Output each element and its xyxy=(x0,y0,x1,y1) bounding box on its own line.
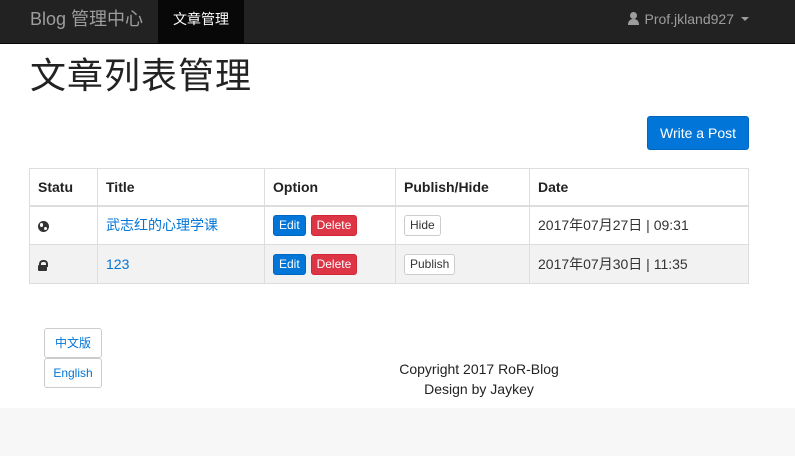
option-cell: Edit Delete xyxy=(264,244,396,284)
brand-link[interactable]: Blog 管理中心 xyxy=(30,8,143,30)
publish-button[interactable]: Publish xyxy=(404,253,456,275)
nav-item-post-management[interactable]: 文章管理 xyxy=(158,0,244,44)
date-cell: 2017年07月30日 | 11:35 xyxy=(529,244,749,284)
delete-button[interactable]: Delete xyxy=(310,214,358,236)
post-title-link[interactable]: 武志红的心理学课 xyxy=(106,217,218,233)
language-english-button[interactable]: English xyxy=(44,358,102,388)
title-cell: 武志红的心理学课 xyxy=(97,205,265,245)
header-date: Date xyxy=(529,168,749,207)
footer-design-credit: Design by Jaykey xyxy=(424,381,534,397)
globe-icon xyxy=(38,221,49,233)
write-post-button[interactable]: Write a Post xyxy=(647,116,749,150)
header-publish-hide: Publish/Hide xyxy=(395,168,530,207)
page-title: 文章列表管理 xyxy=(30,55,253,96)
status-cell xyxy=(29,205,98,245)
date-cell: 2017年07月27日 | 09:31 xyxy=(529,205,749,245)
user-name: Prof.jkland927 xyxy=(644,11,734,27)
user-icon xyxy=(627,12,640,26)
table-row: 武志红的心理学课 Edit Delete Hide 2017年07月27日 | … xyxy=(29,205,749,245)
table-row: 123 Edit Delete Publish 2017年07月30日 | 11… xyxy=(29,244,749,284)
footer-copyright: Copyright 2017 RoR-Blog xyxy=(399,361,559,377)
hide-button[interactable]: Hide xyxy=(404,214,441,236)
publish-cell: Publish xyxy=(395,244,530,284)
lock-icon xyxy=(38,259,48,271)
language-chinese-button[interactable]: 中文版 xyxy=(44,328,102,358)
header-status: Statu xyxy=(29,168,98,207)
posts-table: Statu Title Option Publish/Hide Date 武志红… xyxy=(29,168,749,284)
publish-cell: Hide xyxy=(395,205,530,245)
delete-button[interactable]: Delete xyxy=(310,253,358,275)
option-cell: Edit Delete xyxy=(264,205,396,245)
caret-down-icon xyxy=(741,17,749,21)
edit-button[interactable]: Edit xyxy=(273,253,306,275)
header-title: Title xyxy=(97,168,265,207)
header-option: Option xyxy=(264,168,396,207)
main-content: 文章列表管理 Write a Post Statu Title Option P… xyxy=(0,44,795,408)
top-navbar: Blog 管理中心 文章管理 Prof.jkland927 xyxy=(0,0,795,44)
edit-button[interactable]: Edit xyxy=(273,214,306,236)
table-header-row: Statu Title Option Publish/Hide Date xyxy=(29,168,749,207)
status-cell xyxy=(29,244,98,284)
title-cell: 123 xyxy=(97,244,265,284)
post-title-link[interactable]: 123 xyxy=(106,256,129,272)
user-menu-dropdown[interactable]: Prof.jkland927 xyxy=(627,0,749,38)
